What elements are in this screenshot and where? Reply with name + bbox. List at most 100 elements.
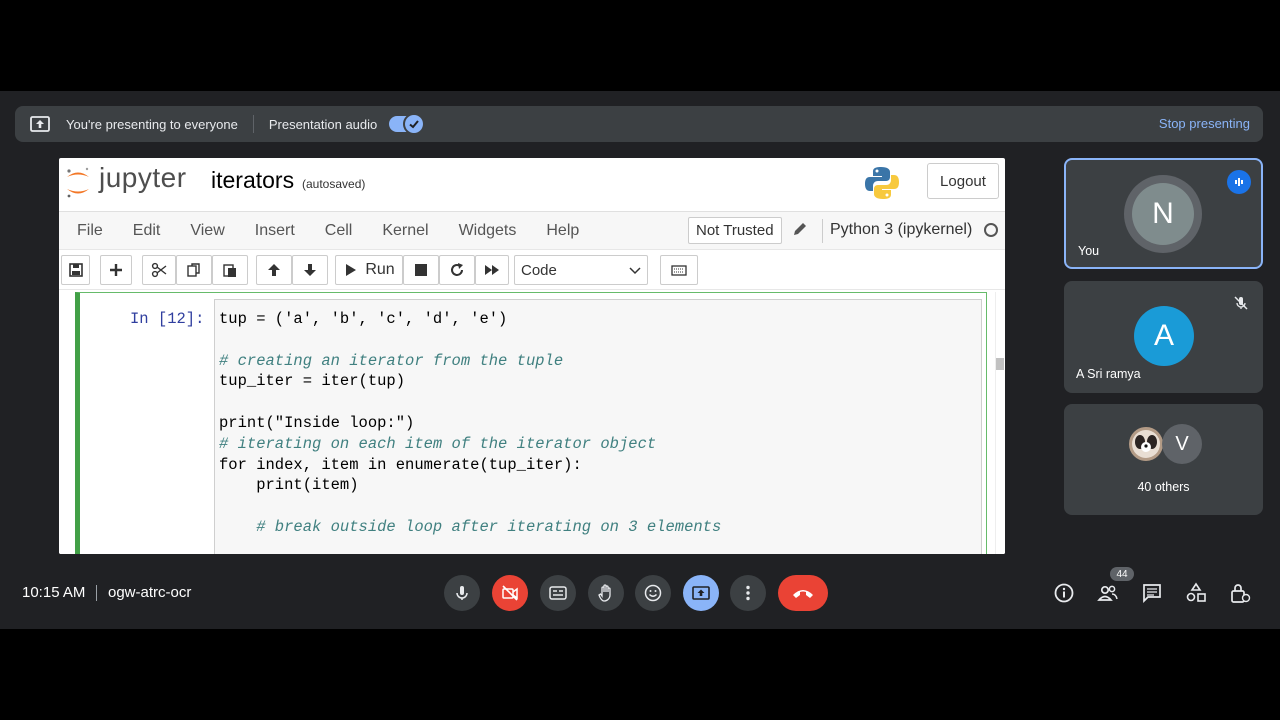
code-line: tup_iter = iter(tup) xyxy=(219,372,406,391)
code-line: tup = ('a', 'b', 'c', 'd', 'e') xyxy=(219,310,508,328)
present-button[interactable] xyxy=(683,575,719,611)
meet-stage: You're presenting to everyone Presentati… xyxy=(0,91,1280,629)
people-icon[interactable] xyxy=(1097,582,1119,604)
cell-type-select[interactable]: Code xyxy=(514,255,648,285)
jupyter-menubar: File Edit View Insert Cell Kernel Widget… xyxy=(59,212,1005,250)
paste-button[interactable] xyxy=(212,255,248,285)
captions-button[interactable] xyxy=(540,575,576,611)
keyboard-icon xyxy=(671,265,687,276)
info-icon[interactable] xyxy=(1053,582,1075,604)
code-editor[interactable]: tup = ('a', 'b', 'c', 'd', 'e') # creati… xyxy=(214,299,982,554)
microphone-icon xyxy=(456,586,468,600)
command-palette-button[interactable] xyxy=(660,255,698,285)
plus-icon xyxy=(110,264,122,276)
copy-button[interactable] xyxy=(176,255,212,285)
python-logo-icon xyxy=(865,167,899,199)
raise-hand-button[interactable] xyxy=(588,575,624,611)
jupyter-brand[interactable]: jupyter xyxy=(99,162,187,194)
move-up-button[interactable] xyxy=(256,255,292,285)
jupyter-logo-icon xyxy=(67,167,89,198)
meeting-code: ogw-atrc-ocr xyxy=(108,584,192,601)
bottom-divider xyxy=(96,585,97,601)
chat-icon[interactable] xyxy=(1141,582,1163,604)
autosave-status: (autosaved) xyxy=(302,177,366,191)
logout-button[interactable]: Logout xyxy=(927,163,999,199)
restart-run-all-button[interactable] xyxy=(475,255,509,285)
chevron-down-icon xyxy=(629,267,641,275)
kernel-name[interactable]: Python 3 (ipykernel) xyxy=(830,221,972,239)
host-controls-icon[interactable] xyxy=(1229,582,1251,604)
scissors-icon xyxy=(151,262,167,278)
leave-call-button[interactable] xyxy=(778,575,828,611)
more-vert-icon xyxy=(746,585,750,601)
scroll-thumb[interactable] xyxy=(996,358,1004,370)
shared-jupyter-window: jupyter iterators (autosaved) Logout Fil… xyxy=(59,158,1005,554)
kernel-status-icon xyxy=(984,223,998,237)
menu-cell[interactable]: Cell xyxy=(325,222,353,240)
copy-icon xyxy=(187,263,200,277)
presentation-audio-label: Presentation audio xyxy=(268,116,378,132)
jupyter-toolbar: Run Code xyxy=(59,250,1005,290)
participant-tile-others[interactable]: V 40 others xyxy=(1064,404,1263,515)
notebook-scrollbar[interactable] xyxy=(995,292,1005,554)
hand-icon xyxy=(598,584,611,602)
cell-type-value: Code xyxy=(521,262,557,279)
add-cell-button[interactable] xyxy=(100,255,132,285)
code-line: # creating an iterator from the tuple xyxy=(219,351,564,370)
hang-up-icon xyxy=(793,590,813,598)
avatar: V xyxy=(1162,424,1202,464)
dog-avatar xyxy=(1127,425,1165,463)
run-label: Run xyxy=(365,261,395,278)
notebook-area: In [12]: tup = ('a', 'b', 'c', 'd', 'e')… xyxy=(59,292,1005,554)
code-line: for index, item in enumerate(tup_iter): xyxy=(219,455,582,474)
paste-icon xyxy=(223,264,236,277)
microphone-button[interactable] xyxy=(444,575,480,611)
kernel-divider xyxy=(822,219,823,243)
save-button[interactable] xyxy=(61,255,90,285)
code-line: print("Inside loop:") xyxy=(219,413,415,432)
run-button[interactable]: Run xyxy=(335,255,403,285)
cell-prompt: In [12]: xyxy=(130,310,205,328)
menu-view[interactable]: View xyxy=(190,222,224,240)
camera-button[interactable] xyxy=(492,575,528,611)
code-line: print(item) xyxy=(219,476,359,495)
cut-button[interactable] xyxy=(142,255,176,285)
activities-icon[interactable] xyxy=(1185,582,1207,604)
participant-tile-sri-ramya[interactable]: A A Sri ramya xyxy=(1064,281,1263,393)
presentation-audio-toggle[interactable] xyxy=(389,113,426,135)
code-line: # iterating on each item of the iterator… xyxy=(219,434,657,453)
pencil-icon[interactable] xyxy=(792,221,808,237)
interrupt-button[interactable] xyxy=(403,255,439,285)
banner-divider xyxy=(252,115,254,133)
menu-help[interactable]: Help xyxy=(546,222,579,240)
play-icon xyxy=(346,264,357,276)
stop-presenting-button[interactable]: Stop presenting xyxy=(1159,116,1250,131)
save-icon xyxy=(68,263,83,277)
menu-kernel[interactable]: Kernel xyxy=(382,222,428,240)
not-trusted-button[interactable]: Not Trusted xyxy=(688,217,782,244)
notebook-name[interactable]: iterators xyxy=(211,167,294,194)
present-screen-icon xyxy=(692,586,710,600)
participant-name: A Sri ramya xyxy=(1076,367,1141,381)
jupyter-header: jupyter iterators (autosaved) Logout xyxy=(59,158,1005,212)
restart-button[interactable] xyxy=(439,255,475,285)
avatar-ring: N xyxy=(1124,175,1202,253)
reactions-button[interactable] xyxy=(635,575,671,611)
code-line: # break outside loop after iterating on … xyxy=(219,517,722,536)
menu-insert[interactable]: Insert xyxy=(255,222,295,240)
present-screen-icon xyxy=(30,116,50,132)
people-count-badge: 44 xyxy=(1110,567,1134,581)
code-cell[interactable]: In [12]: tup = ('a', 'b', 'c', 'd', 'e')… xyxy=(75,292,987,554)
clock: 10:15 AM xyxy=(22,584,86,601)
menu-widgets[interactable]: Widgets xyxy=(459,222,517,240)
menu-file[interactable]: File xyxy=(77,222,103,240)
menu-edit[interactable]: Edit xyxy=(133,222,161,240)
move-down-button[interactable] xyxy=(292,255,328,285)
participant-name: You xyxy=(1078,244,1100,258)
participant-tile-you[interactable]: N You xyxy=(1064,158,1263,269)
fast-forward-icon xyxy=(485,265,499,275)
more-options-button[interactable] xyxy=(730,575,766,611)
